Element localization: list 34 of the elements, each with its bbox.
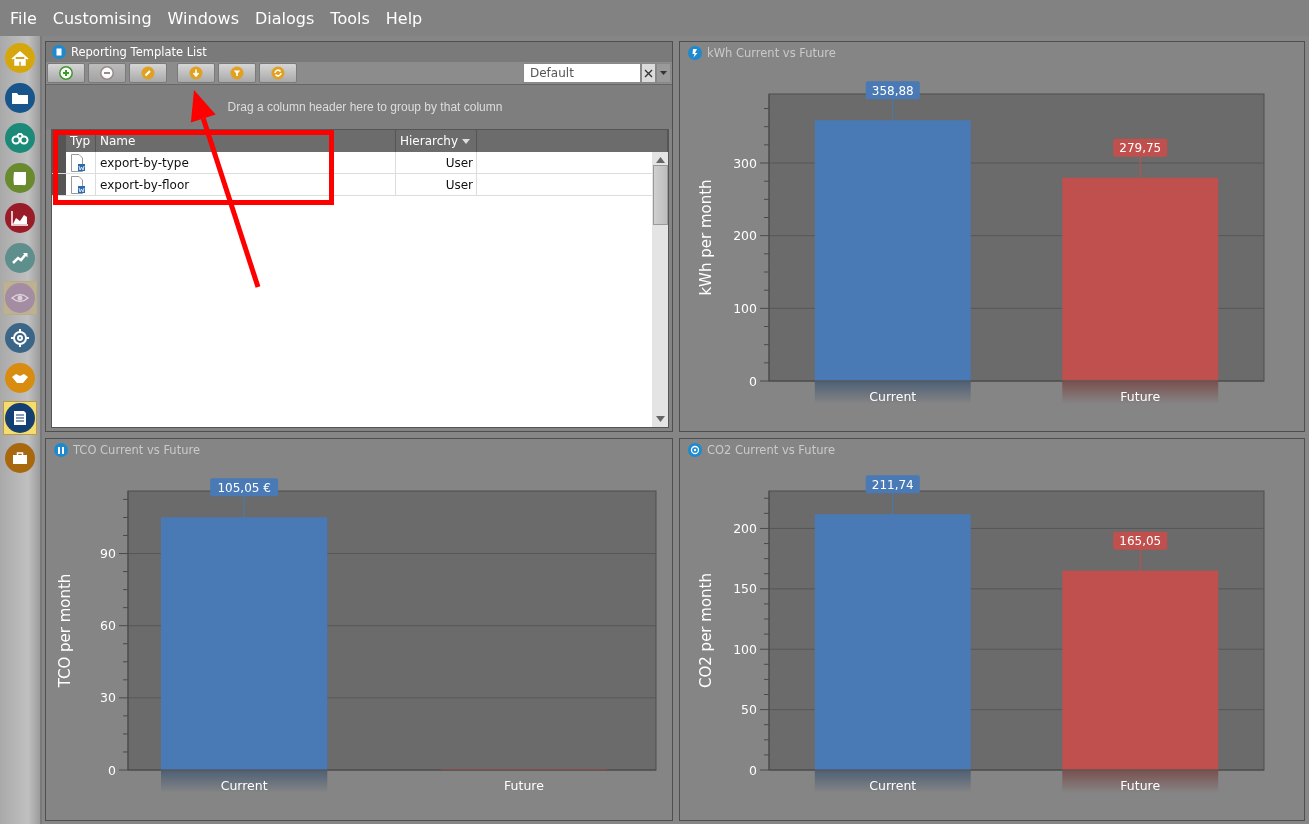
- chart-title: kWh Current vs Future: [707, 46, 836, 60]
- group-hint: Drag a column header here to group by that column: [227, 100, 503, 114]
- value-label: 211,74: [865, 475, 920, 494]
- category-label: Current: [220, 778, 268, 793]
- tick-label: 0: [749, 762, 757, 778]
- tick-label: 200: [733, 228, 757, 244]
- category-label: Future: [504, 778, 544, 793]
- table-cell: User: [396, 152, 477, 173]
- table-cell: export-by-floor: [96, 174, 396, 195]
- tick-label: 90: [100, 546, 116, 562]
- axis-title: CO2 per month: [697, 573, 715, 688]
- tick-label: 30: [100, 690, 116, 706]
- table-cell: User: [396, 174, 477, 195]
- tick-label: 100: [733, 641, 757, 657]
- tick-label: 0: [108, 762, 116, 778]
- tick-label: 150: [733, 581, 757, 597]
- value-label: 105,05 €: [210, 478, 279, 497]
- axis-title: kWh per month: [697, 179, 715, 296]
- tick-label: 300: [733, 155, 757, 171]
- table-cell: export-by-type: [96, 152, 396, 173]
- category-label: Future: [1120, 389, 1161, 404]
- tick-label: 50: [741, 702, 757, 718]
- axis-title: TCO per month: [56, 573, 74, 688]
- category-label: Current: [869, 778, 917, 793]
- chart-title: TCO Current vs Future: [73, 443, 200, 457]
- tick-label: 100: [733, 300, 757, 316]
- tick-label: 0: [749, 373, 757, 389]
- value-label: 358,88: [865, 81, 920, 100]
- tick-label: 200: [733, 520, 757, 536]
- category-label: Future: [1120, 778, 1161, 793]
- tick-label: 60: [100, 618, 116, 634]
- chart-title: CO2 Current vs Future: [707, 443, 835, 457]
- category-label: Current: [869, 389, 917, 404]
- panel-title: Reporting Template List: [71, 45, 207, 59]
